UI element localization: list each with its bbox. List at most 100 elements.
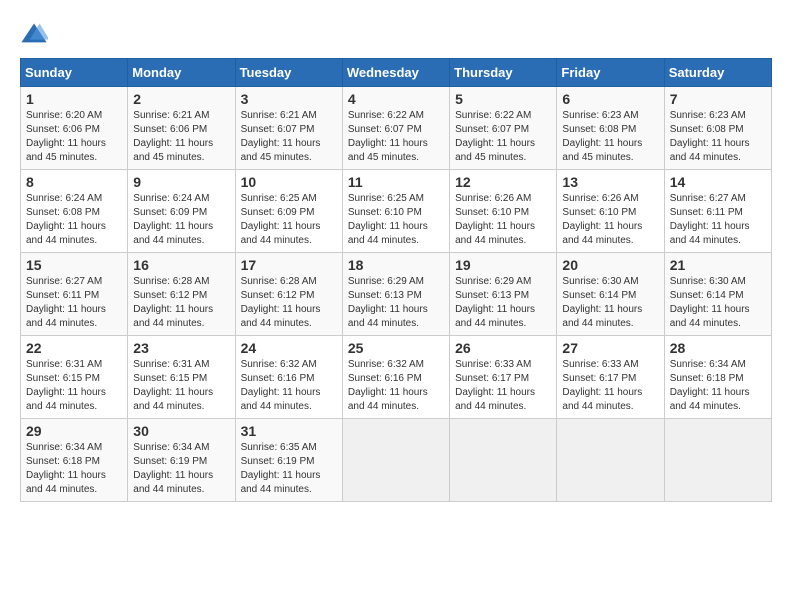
calendar-header-row: SundayMondayTuesdayWednesdayThursdayFrid… (21, 59, 772, 87)
calendar-cell: 8 Sunrise: 6:24 AM Sunset: 6:08 PM Dayli… (21, 170, 128, 253)
calendar-cell: 6 Sunrise: 6:23 AM Sunset: 6:08 PM Dayli… (557, 87, 664, 170)
day-number: 3 (241, 91, 337, 107)
calendar-cell: 9 Sunrise: 6:24 AM Sunset: 6:09 PM Dayli… (128, 170, 235, 253)
day-info: Sunrise: 6:21 AM Sunset: 6:07 PM Dayligh… (241, 109, 337, 165)
calendar-cell: 10 Sunrise: 6:25 AM Sunset: 6:09 PM Dayl… (235, 170, 342, 253)
calendar-cell: 13 Sunrise: 6:26 AM Sunset: 6:10 PM Dayl… (557, 170, 664, 253)
day-number: 8 (26, 174, 122, 190)
day-info: Sunrise: 6:32 AM Sunset: 6:16 PM Dayligh… (241, 358, 337, 414)
calendar-cell: 19 Sunrise: 6:29 AM Sunset: 6:13 PM Dayl… (450, 253, 557, 336)
day-number: 14 (670, 174, 766, 190)
day-number: 18 (348, 257, 444, 273)
day-info: Sunrise: 6:29 AM Sunset: 6:13 PM Dayligh… (455, 275, 551, 331)
calendar-cell (450, 419, 557, 502)
day-number: 6 (562, 91, 658, 107)
day-number: 19 (455, 257, 551, 273)
calendar-cell: 18 Sunrise: 6:29 AM Sunset: 6:13 PM Dayl… (342, 253, 449, 336)
day-info: Sunrise: 6:21 AM Sunset: 6:06 PM Dayligh… (133, 109, 229, 165)
day-number: 4 (348, 91, 444, 107)
day-number: 21 (670, 257, 766, 273)
calendar-table: SundayMondayTuesdayWednesdayThursdayFrid… (20, 58, 772, 502)
day-number: 15 (26, 257, 122, 273)
page-header (20, 20, 772, 48)
calendar-cell: 14 Sunrise: 6:27 AM Sunset: 6:11 PM Dayl… (664, 170, 771, 253)
calendar-week-row: 1 Sunrise: 6:20 AM Sunset: 6:06 PM Dayli… (21, 87, 772, 170)
day-info: Sunrise: 6:27 AM Sunset: 6:11 PM Dayligh… (670, 192, 766, 248)
day-header-monday: Monday (128, 59, 235, 87)
calendar-cell (664, 419, 771, 502)
day-info: Sunrise: 6:23 AM Sunset: 6:08 PM Dayligh… (670, 109, 766, 165)
calendar-week-row: 29 Sunrise: 6:34 AM Sunset: 6:18 PM Dayl… (21, 419, 772, 502)
day-info: Sunrise: 6:27 AM Sunset: 6:11 PM Dayligh… (26, 275, 122, 331)
calendar-cell: 17 Sunrise: 6:28 AM Sunset: 6:12 PM Dayl… (235, 253, 342, 336)
day-info: Sunrise: 6:34 AM Sunset: 6:18 PM Dayligh… (670, 358, 766, 414)
day-header-friday: Friday (557, 59, 664, 87)
logo (20, 20, 52, 48)
day-number: 16 (133, 257, 229, 273)
day-number: 1 (26, 91, 122, 107)
calendar-cell: 20 Sunrise: 6:30 AM Sunset: 6:14 PM Dayl… (557, 253, 664, 336)
day-info: Sunrise: 6:30 AM Sunset: 6:14 PM Dayligh… (562, 275, 658, 331)
day-info: Sunrise: 6:30 AM Sunset: 6:14 PM Dayligh… (670, 275, 766, 331)
day-header-thursday: Thursday (450, 59, 557, 87)
day-info: Sunrise: 6:31 AM Sunset: 6:15 PM Dayligh… (133, 358, 229, 414)
calendar-cell: 30 Sunrise: 6:34 AM Sunset: 6:19 PM Dayl… (128, 419, 235, 502)
day-info: Sunrise: 6:26 AM Sunset: 6:10 PM Dayligh… (455, 192, 551, 248)
day-header-tuesday: Tuesday (235, 59, 342, 87)
day-number: 17 (241, 257, 337, 273)
calendar-cell: 23 Sunrise: 6:31 AM Sunset: 6:15 PM Dayl… (128, 336, 235, 419)
day-number: 2 (133, 91, 229, 107)
day-number: 29 (26, 423, 122, 439)
calendar-cell: 25 Sunrise: 6:32 AM Sunset: 6:16 PM Dayl… (342, 336, 449, 419)
day-number: 27 (562, 340, 658, 356)
calendar-cell: 7 Sunrise: 6:23 AM Sunset: 6:08 PM Dayli… (664, 87, 771, 170)
calendar-cell: 5 Sunrise: 6:22 AM Sunset: 6:07 PM Dayli… (450, 87, 557, 170)
day-number: 10 (241, 174, 337, 190)
day-number: 25 (348, 340, 444, 356)
logo-icon (20, 20, 48, 48)
calendar-cell: 31 Sunrise: 6:35 AM Sunset: 6:19 PM Dayl… (235, 419, 342, 502)
day-info: Sunrise: 6:22 AM Sunset: 6:07 PM Dayligh… (455, 109, 551, 165)
day-info: Sunrise: 6:34 AM Sunset: 6:18 PM Dayligh… (26, 441, 122, 497)
calendar-cell: 29 Sunrise: 6:34 AM Sunset: 6:18 PM Dayl… (21, 419, 128, 502)
calendar-cell (557, 419, 664, 502)
day-info: Sunrise: 6:26 AM Sunset: 6:10 PM Dayligh… (562, 192, 658, 248)
day-info: Sunrise: 6:32 AM Sunset: 6:16 PM Dayligh… (348, 358, 444, 414)
calendar-cell: 1 Sunrise: 6:20 AM Sunset: 6:06 PM Dayli… (21, 87, 128, 170)
day-number: 22 (26, 340, 122, 356)
calendar-body: 1 Sunrise: 6:20 AM Sunset: 6:06 PM Dayli… (21, 87, 772, 502)
calendar-week-row: 22 Sunrise: 6:31 AM Sunset: 6:15 PM Dayl… (21, 336, 772, 419)
day-info: Sunrise: 6:23 AM Sunset: 6:08 PM Dayligh… (562, 109, 658, 165)
day-header-saturday: Saturday (664, 59, 771, 87)
day-number: 23 (133, 340, 229, 356)
calendar-cell (342, 419, 449, 502)
calendar-cell: 27 Sunrise: 6:33 AM Sunset: 6:17 PM Dayl… (557, 336, 664, 419)
day-header-sunday: Sunday (21, 59, 128, 87)
calendar-cell: 3 Sunrise: 6:21 AM Sunset: 6:07 PM Dayli… (235, 87, 342, 170)
calendar-cell: 26 Sunrise: 6:33 AM Sunset: 6:17 PM Dayl… (450, 336, 557, 419)
calendar-cell: 24 Sunrise: 6:32 AM Sunset: 6:16 PM Dayl… (235, 336, 342, 419)
calendar-cell: 12 Sunrise: 6:26 AM Sunset: 6:10 PM Dayl… (450, 170, 557, 253)
day-info: Sunrise: 6:28 AM Sunset: 6:12 PM Dayligh… (241, 275, 337, 331)
calendar-cell: 15 Sunrise: 6:27 AM Sunset: 6:11 PM Dayl… (21, 253, 128, 336)
day-number: 24 (241, 340, 337, 356)
day-info: Sunrise: 6:24 AM Sunset: 6:08 PM Dayligh… (26, 192, 122, 248)
day-number: 9 (133, 174, 229, 190)
day-number: 31 (241, 423, 337, 439)
calendar-week-row: 8 Sunrise: 6:24 AM Sunset: 6:08 PM Dayli… (21, 170, 772, 253)
day-info: Sunrise: 6:20 AM Sunset: 6:06 PM Dayligh… (26, 109, 122, 165)
day-number: 26 (455, 340, 551, 356)
day-info: Sunrise: 6:35 AM Sunset: 6:19 PM Dayligh… (241, 441, 337, 497)
day-number: 30 (133, 423, 229, 439)
calendar-cell: 21 Sunrise: 6:30 AM Sunset: 6:14 PM Dayl… (664, 253, 771, 336)
day-info: Sunrise: 6:33 AM Sunset: 6:17 PM Dayligh… (455, 358, 551, 414)
day-info: Sunrise: 6:24 AM Sunset: 6:09 PM Dayligh… (133, 192, 229, 248)
day-info: Sunrise: 6:31 AM Sunset: 6:15 PM Dayligh… (26, 358, 122, 414)
day-number: 11 (348, 174, 444, 190)
day-number: 28 (670, 340, 766, 356)
calendar-week-row: 15 Sunrise: 6:27 AM Sunset: 6:11 PM Dayl… (21, 253, 772, 336)
day-number: 7 (670, 91, 766, 107)
calendar-cell: 4 Sunrise: 6:22 AM Sunset: 6:07 PM Dayli… (342, 87, 449, 170)
calendar-cell: 22 Sunrise: 6:31 AM Sunset: 6:15 PM Dayl… (21, 336, 128, 419)
day-info: Sunrise: 6:34 AM Sunset: 6:19 PM Dayligh… (133, 441, 229, 497)
